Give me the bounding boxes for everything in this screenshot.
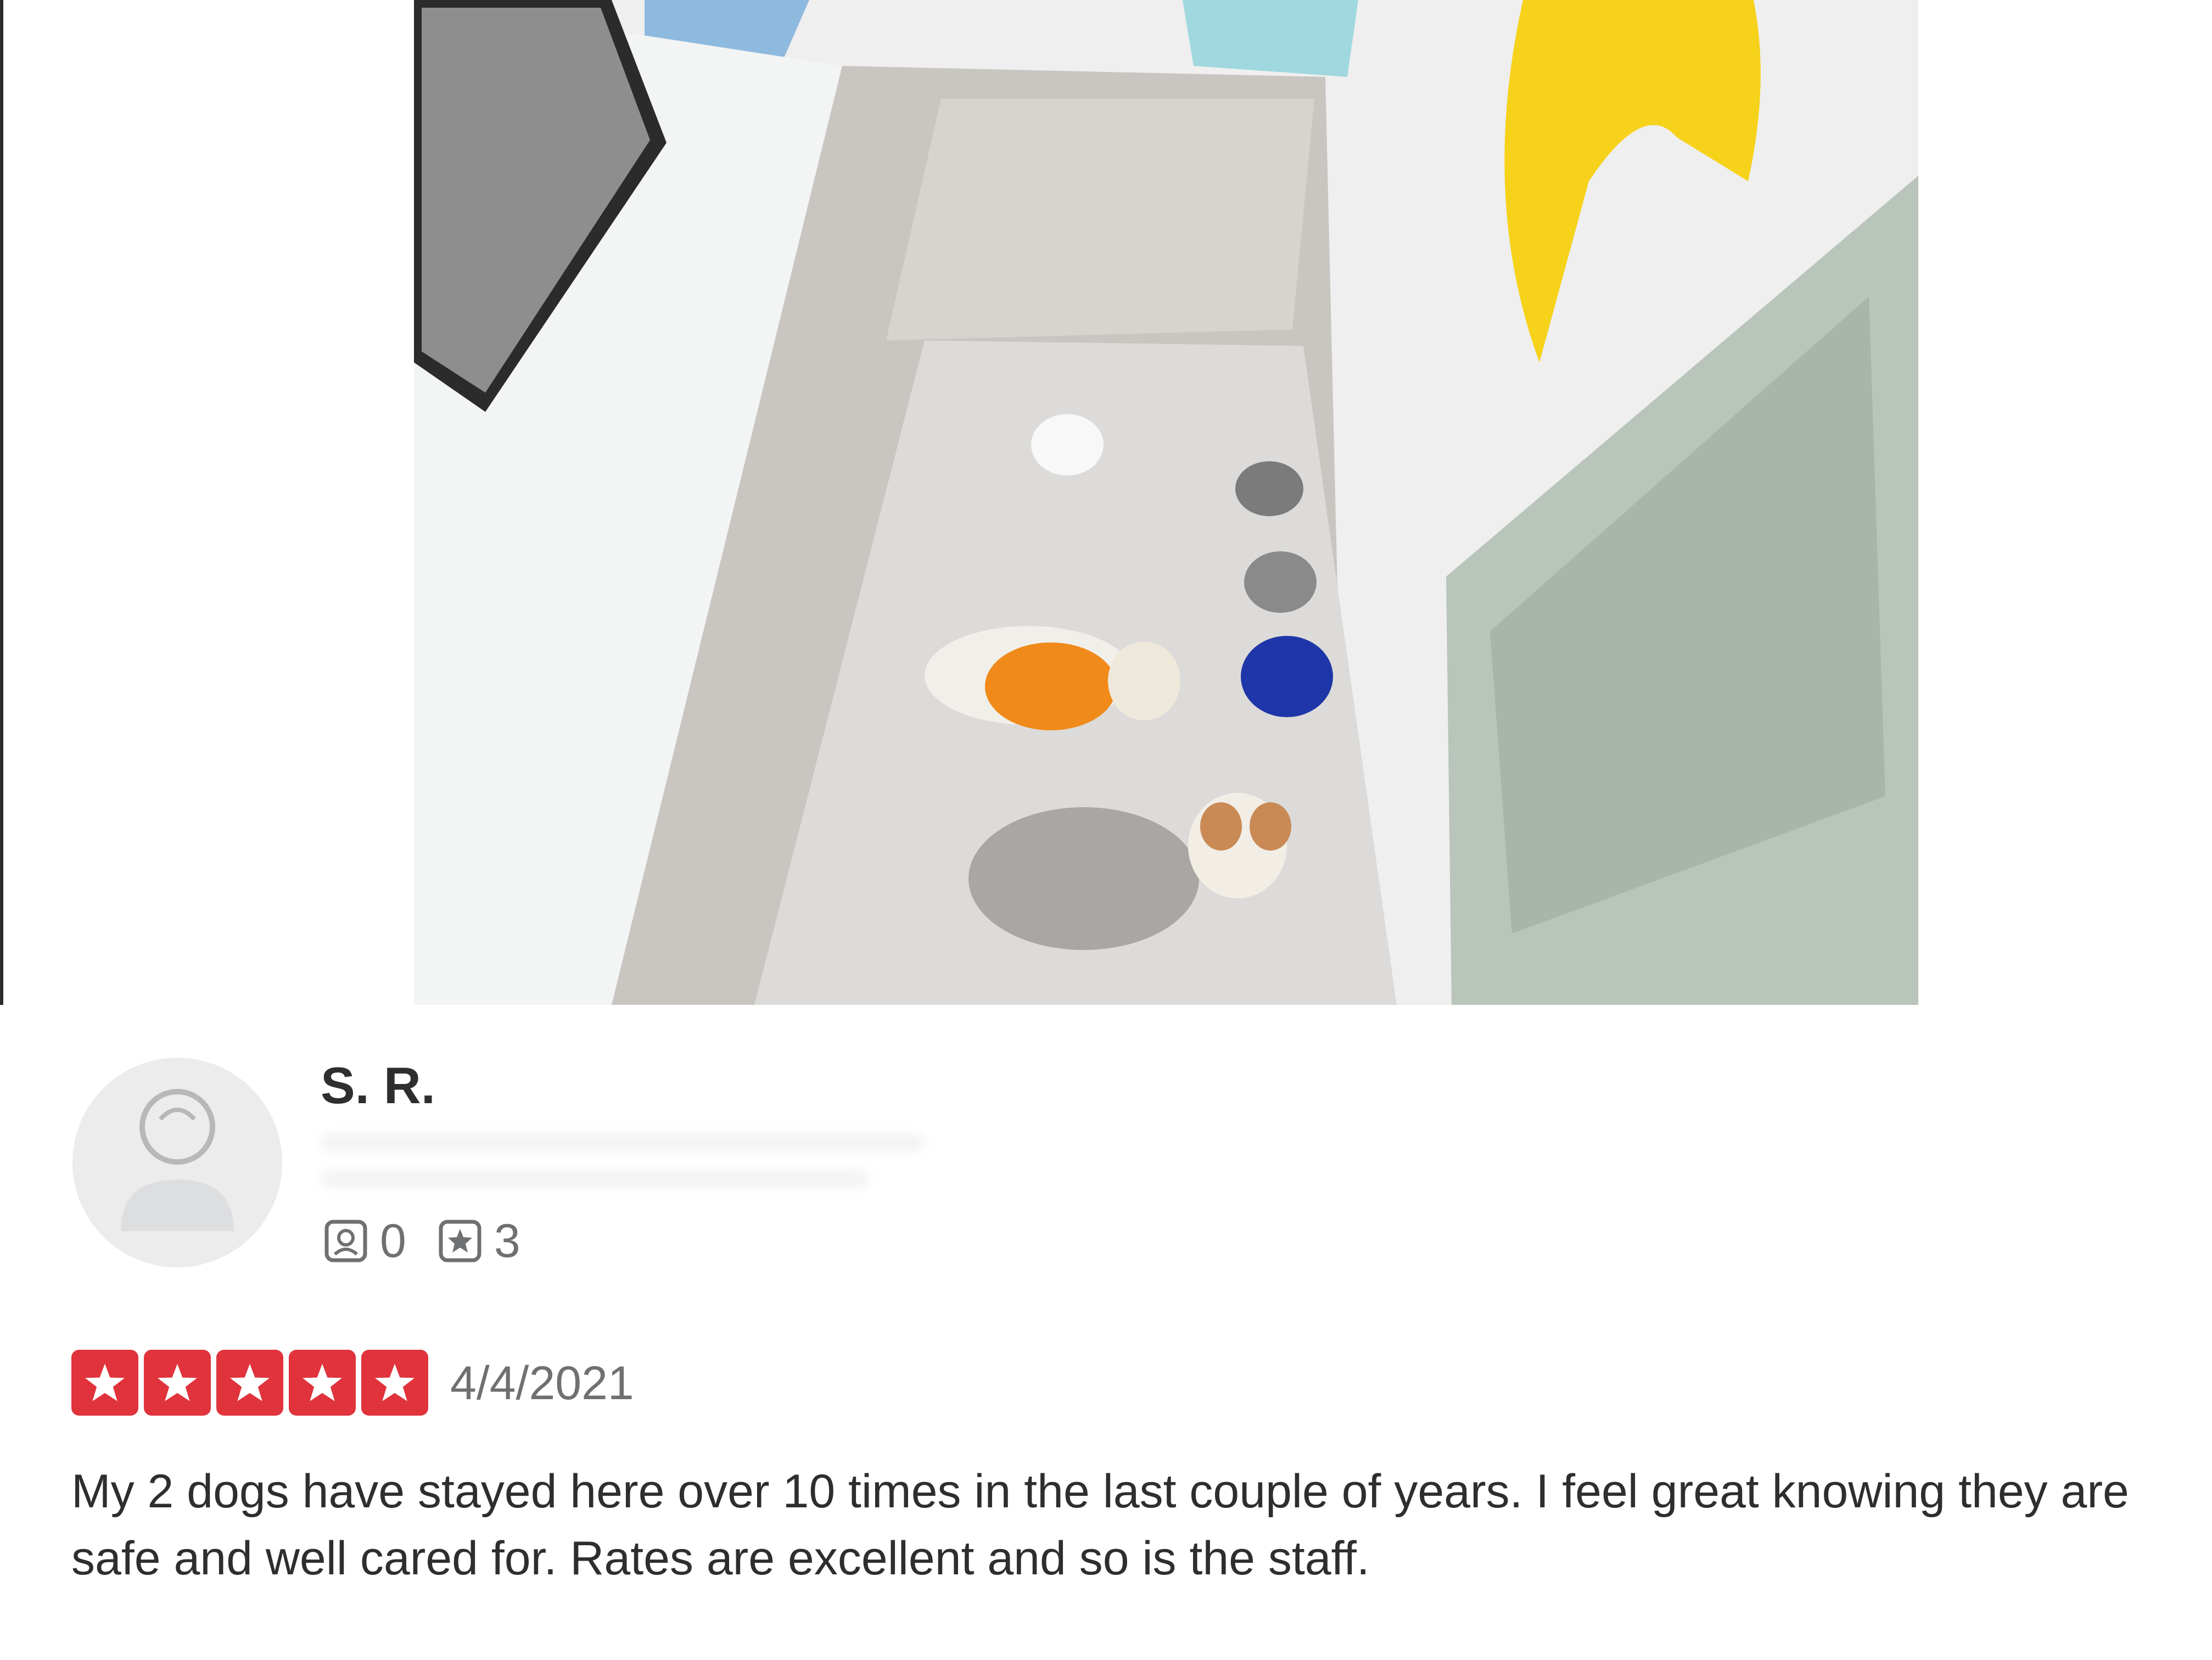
star-icon: [361, 1350, 428, 1416]
star-icon: [144, 1350, 211, 1416]
review-photo[interactable]: [414, 0, 1918, 1005]
redacted-detail: [321, 1170, 870, 1188]
default-user-icon: [121, 1089, 234, 1231]
reviews-count: 3: [494, 1214, 520, 1267]
reviewer-avatar[interactable]: [72, 1058, 282, 1267]
reviewer-stats: 0 3: [324, 1208, 552, 1274]
redacted-location: [321, 1133, 925, 1152]
friends-icon: [324, 1219, 368, 1263]
star-icon: [216, 1350, 283, 1416]
review-date: 4/4/2021: [450, 1357, 634, 1410]
star-icon: [71, 1350, 138, 1416]
dog-kennel-image: [414, 0, 1918, 1005]
page-divider: [0, 0, 3, 1005]
star-rating: [71, 1350, 434, 1416]
review-text: My 2 dogs have stayed here over 10 times…: [71, 1465, 2129, 1585]
star-icon: [289, 1350, 356, 1416]
friends-count: 0: [380, 1214, 406, 1267]
reviews-icon: [438, 1219, 482, 1263]
reviewer-name[interactable]: S. R.: [321, 1060, 435, 1111]
